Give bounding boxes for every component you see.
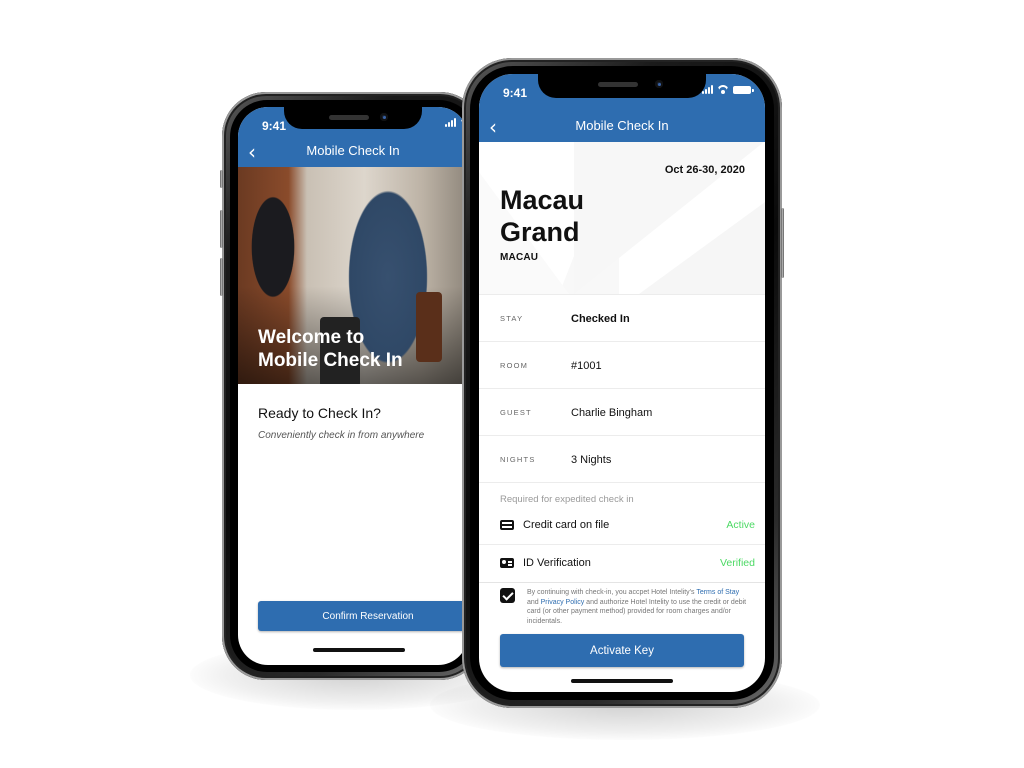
activate-key-button[interactable]: Activate Key [500,634,744,667]
speaker [329,115,369,120]
detail-row-room: ROOM #1001 [479,341,765,389]
consent-text-part: and [527,598,539,606]
detail-value: Checked In [571,312,630,325]
consent-checkbox[interactable] [500,588,515,603]
volume-up-button [220,210,223,248]
detail-row-guest: GUEST Charlie Bingham [479,388,765,436]
wifi-icon [717,85,729,94]
requirements-label: Required for expedited check in [500,494,634,505]
requirement-id-verification[interactable]: ID Verification Verified [479,544,765,583]
detail-row-stay: STAY Checked In [479,294,765,342]
notch [284,107,422,129]
back-chevron-icon[interactable]: ‹ [248,142,256,162]
requirement-status: Verified [719,557,755,569]
nav-bar: ‹ Mobile Check In [238,139,468,165]
prompt-subtext: Conveniently check in from anywhere [258,430,425,441]
requirement-status: Active [726,519,755,531]
detail-value: Charlie Bingham [571,406,653,419]
signal-icon [445,118,456,127]
hero-title-line-1: Welcome to [258,327,365,348]
detail-row-nights: NIGHTS 3 Nights [479,435,765,483]
detail-label: STAY [500,314,524,323]
status-time: 9:41 [262,119,287,133]
battery-icon [733,86,754,94]
requirement-credit-card[interactable]: Credit card on file Active [479,506,765,545]
home-indicator[interactable] [571,679,673,683]
stay-dates: Oct 26-30, 2020 [664,164,745,176]
detail-value: 3 Nights [571,453,612,466]
detail-label: GUEST [500,408,532,417]
hotel-name: Macau Grand [500,184,584,248]
back-phone-screen: 9:41 ‹ Mobile Check In Welcome to Mobile… [238,107,468,665]
hero-image: Welcome to Mobile Check In [238,167,468,384]
privacy-policy-link[interactable]: Privacy Policy [541,599,585,606]
detail-label: NIGHTS [500,455,536,464]
volume-down-button [220,258,223,296]
credit-card-icon [500,520,514,530]
front-phone-screen: 9:41 ‹ Mobile Check In Oct 26-30, 2020 M… [479,74,765,692]
back-phone: 9:41 ‹ Mobile Check In Welcome to Mobile… [220,92,484,680]
check-in-prompt: Ready to Check In? Conveniently check in… [258,405,458,441]
hotel-name-line-2: Grand [500,217,580,247]
speaker [598,82,638,87]
status-icons [702,85,754,94]
hero-title-line-2: Mobile Check In [258,350,403,371]
status-time: 9:41 [503,86,528,100]
back-chevron-icon[interactable]: ‹ [489,117,497,137]
nav-title: Mobile Check In [306,143,400,158]
confirm-reservation-button[interactable]: Confirm Reservation [258,601,468,631]
pattern-triangle [639,202,765,294]
front-phone: 9:41 ‹ Mobile Check In Oct 26-30, 2020 M… [462,58,784,708]
consent-text: By continuing with check-in, you accpet … [527,588,747,626]
consent-section: By continuing with check-in, you accpet … [479,582,765,631]
notch [538,74,706,98]
nav-title: Mobile Check In [575,118,669,133]
front-camera [655,80,663,88]
divider [479,482,765,483]
mute-switch [220,170,223,188]
detail-label: ROOM [500,361,529,370]
hero-title: Welcome to Mobile Check In [258,326,403,372]
consent-text-part: By continuing with check-in, you accpet … [527,589,695,596]
requirement-label: ID Verification [523,557,591,569]
terms-of-stay-link[interactable]: Terms of Stay [696,589,739,596]
home-indicator[interactable] [313,648,405,652]
nav-bar: ‹ Mobile Check In [479,114,765,140]
prompt-heading: Ready to Check In? [258,405,381,421]
power-button [781,208,784,278]
hotel-name-line-1: Macau [500,185,585,215]
requirement-label: Credit card on file [523,519,610,531]
front-camera [380,113,388,121]
id-card-icon [500,558,514,568]
hotel-city: MACAU [500,252,539,263]
bag-graphic [416,292,442,362]
detail-value: #1001 [571,359,602,372]
